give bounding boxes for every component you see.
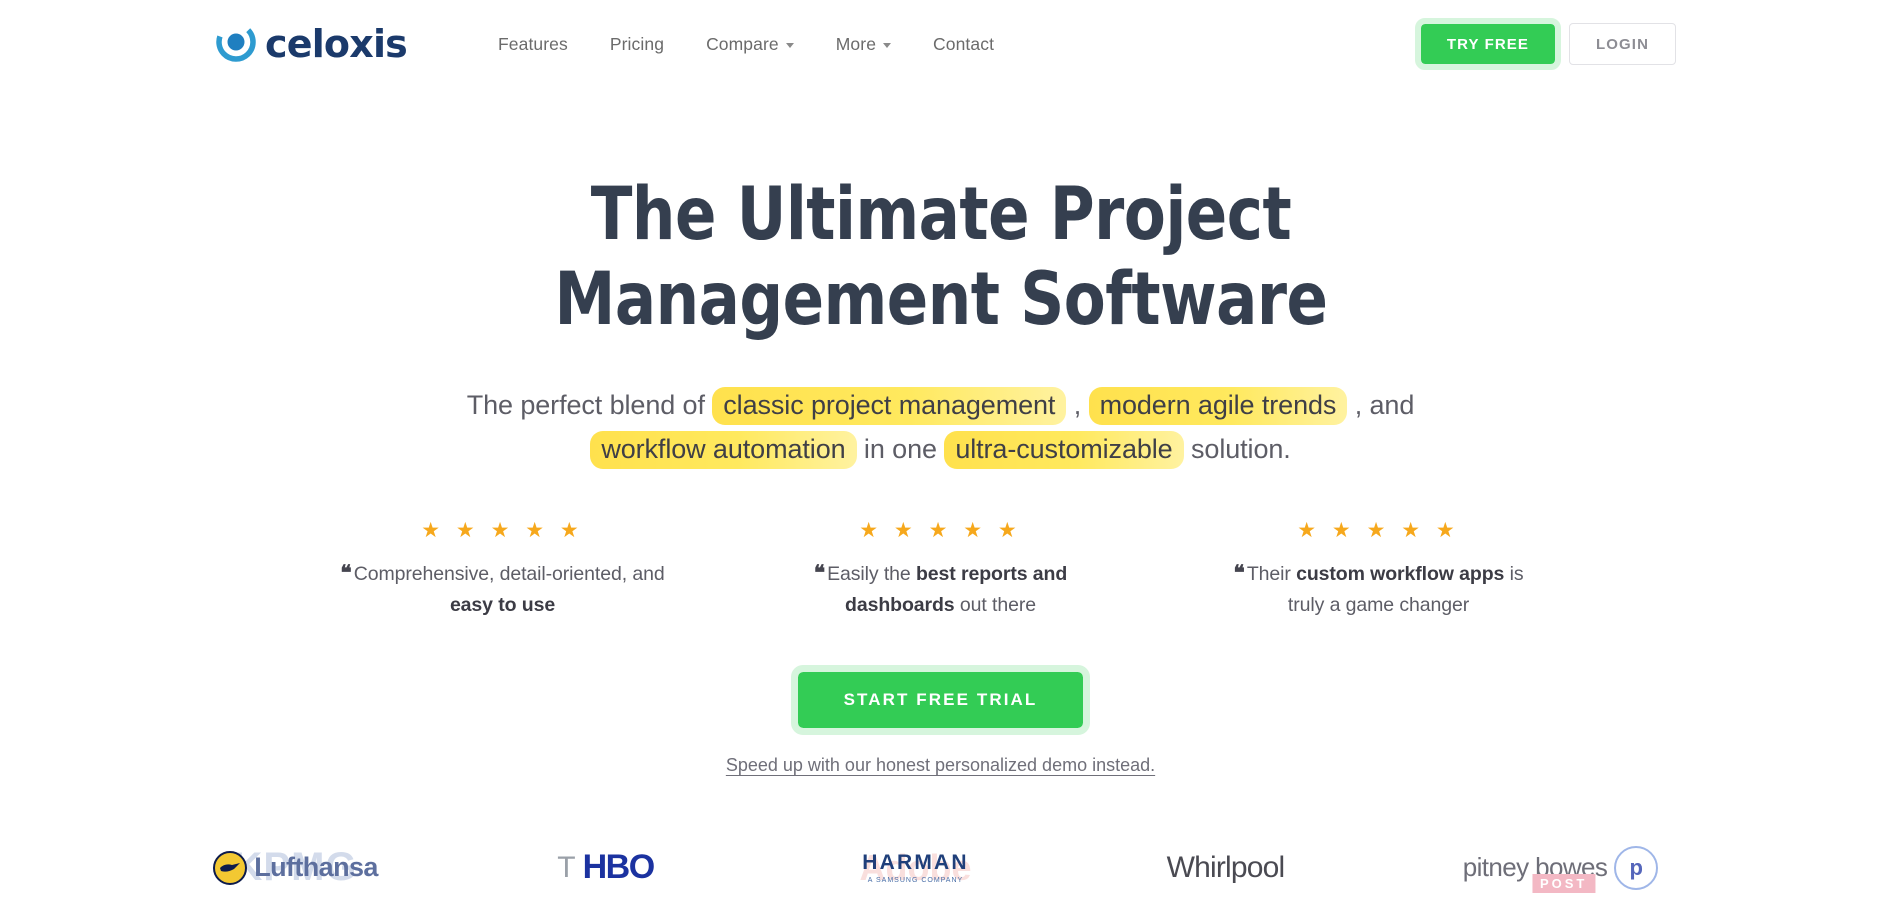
star-rating-icon: ★ ★ ★ ★ ★ [421, 518, 584, 542]
client-logo-harman: Adobe HARMAN A SAMSUNG COMPANY [816, 833, 1016, 903]
logo-wordmark: celoxis [265, 22, 408, 66]
nav-label: Pricing [609, 33, 665, 54]
subhead-text: , and [1347, 390, 1415, 421]
client-logo-whirlpool: Whirlpool [1126, 833, 1326, 903]
page-title: The Ultimate Project Management Software [554, 172, 1327, 342]
lufthansa-wordmark: Lufthansa [254, 852, 378, 883]
testimonial-item: ★ ★ ★ ★ ★ ❝ Their custom workflow apps is… [1214, 520, 1544, 620]
site-header: celoxis Features Pricing Compare More Co… [0, 0, 1881, 88]
nav-item-compare[interactable]: Compare [685, 24, 815, 65]
main-nav: Features Pricing Compare More Contact [477, 24, 1015, 65]
hero-section: The Ultimate Project Management Software… [0, 88, 1881, 908]
nav-item-features[interactable]: Features [477, 24, 589, 65]
try-free-button[interactable]: TRY FREE [1414, 18, 1562, 70]
testimonial-text: ❝ Easily the best reports and dashboards … [776, 557, 1106, 620]
testimonial-text-plain: out there [954, 593, 1036, 616]
testimonial-item: ★ ★ ★ ★ ★ ❝ Easily the best reports and d… [776, 520, 1106, 620]
star-rating-icon: ★ ★ ★ ★ ★ [859, 518, 1022, 542]
chevron-down-icon [883, 43, 892, 48]
highlight-workflow-automation: workflow automation [590, 431, 857, 470]
highlight-classic-pm: classic project management [712, 387, 1067, 426]
subhead-text: The perfect blend of [466, 390, 713, 421]
demo-link[interactable]: Speed up with our honest personalized de… [0, 755, 1881, 776]
chevron-down-icon [785, 43, 794, 48]
client-logo-pitney-bowes: pitney bowes p POST [1436, 833, 1686, 903]
subhead-text: solution. [1183, 434, 1291, 465]
highlight-agile-trends: modern agile trends [1088, 387, 1348, 426]
harman-wordmark: HARMAN [862, 851, 969, 875]
testimonial-text: ❝ Comprehensive, detail-oriented, and eas… [338, 557, 668, 620]
nav-item-pricing[interactable]: Pricing [589, 24, 685, 65]
hbo-wordmark: HBO [582, 848, 656, 887]
hero-subheadline: The perfect blend of classic project man… [431, 384, 1451, 471]
pitney-bowes-p-icon: p [1614, 845, 1659, 890]
tesla-t-icon: T [557, 850, 576, 884]
start-free-trial-button[interactable]: START FREE TRIAL [790, 664, 1091, 735]
client-logo-strip: KPMG Lufthansa T HBO Adobe HARMAN A SAMS… [0, 828, 1881, 908]
testimonial-text-plain: Comprehensive, detail-oriented, and [353, 562, 665, 585]
quote-mark-icon: ❝ [340, 559, 351, 585]
nav-label: Contact [933, 33, 995, 54]
client-logo-lufthansa: KPMG Lufthansa [196, 833, 396, 903]
nav-item-more[interactable]: More [815, 24, 912, 65]
cta-section: START FREE TRIAL Speed up with our hones… [0, 664, 1881, 776]
nav-label: Compare [706, 33, 779, 54]
login-button[interactable]: LOGIN [1569, 23, 1676, 65]
client-logo-hbo: T HBO [506, 833, 706, 903]
harman-subtitle: A SAMSUNG COMPANY [867, 877, 964, 885]
highlight-ultra-customizable: ultra-customizable [944, 431, 1184, 470]
testimonial-text-plain: Easily the [827, 562, 916, 585]
subhead-text: , [1066, 390, 1089, 421]
celoxis-c-mark-icon [216, 21, 256, 67]
star-rating-icon: ★ ★ ★ ★ ★ [1297, 518, 1460, 542]
testimonial-list: ★ ★ ★ ★ ★ ❝ Comprehensive, detail-oriente… [0, 520, 1881, 620]
testimonial-text-bold: easy to use [449, 593, 556, 616]
testimonial-text: ❝ Their custom workflow apps is truly a g… [1214, 557, 1544, 620]
testimonial-text-plain: Their [1246, 562, 1297, 585]
client-logo-ghost-post: POST [1531, 873, 1596, 893]
quote-mark-icon: ❝ [1233, 559, 1245, 585]
nav-label: More [835, 33, 877, 54]
nav-label: Features [497, 33, 568, 54]
whirlpool-wordmark: Whirlpool [1166, 850, 1286, 884]
header-actions: TRY FREE LOGIN [1414, 18, 1676, 70]
testimonial-text-bold: custom workflow apps [1296, 562, 1505, 585]
quote-mark-icon: ❝ [813, 559, 825, 585]
testimonial-item: ★ ★ ★ ★ ★ ❝ Comprehensive, detail-oriente… [338, 520, 668, 620]
celoxis-logo[interactable]: celoxis [216, 21, 408, 67]
subhead-text: in one [856, 434, 945, 465]
lufthansa-crane-icon [213, 850, 248, 885]
nav-item-contact[interactable]: Contact [912, 24, 1015, 65]
